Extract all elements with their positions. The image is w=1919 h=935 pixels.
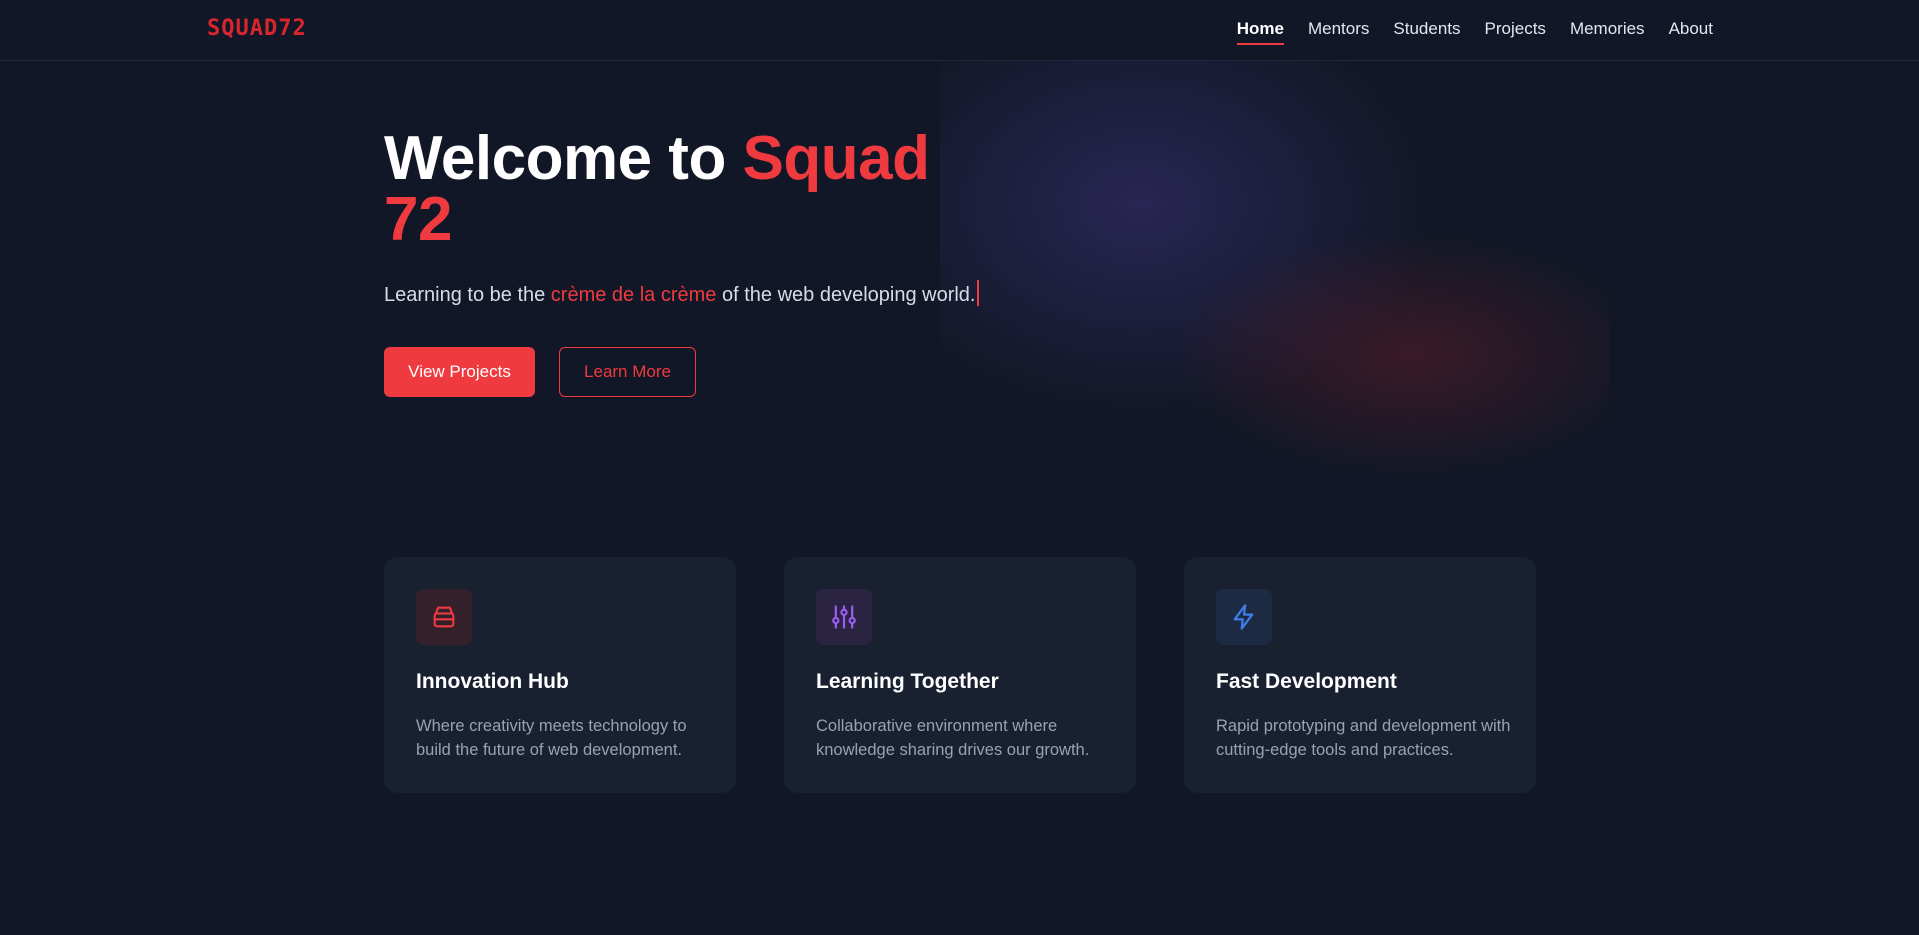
feature-card-fast-development: Fast Development Rapid prototyping and d… [1184, 557, 1536, 793]
box-icon [416, 589, 472, 645]
navbar: SQUAD72 Home Mentors Students Projects M… [0, 0, 1919, 61]
nav-link-home[interactable]: Home [1236, 0, 1284, 45]
hero-title: Welcome to Squad 72 [384, 128, 984, 251]
site-logo[interactable]: SQUAD72 [207, 16, 307, 41]
feature-description: Rapid prototyping and development with c… [1216, 717, 1511, 759]
nav-link-about[interactable]: About [1669, 0, 1713, 45]
feature-title: Innovation Hub [416, 670, 569, 693]
feature-description: Where creativity meets technology to bui… [416, 717, 687, 759]
typing-cursor [977, 280, 980, 306]
nav-link-students[interactable]: Students [1393, 0, 1460, 45]
hero-subtitle: Learning to be the crème de la crème of … [384, 280, 980, 307]
nav-links: Home Mentors Students Projects Memories … [1236, 0, 1713, 61]
nav-link-projects[interactable]: Projects [1485, 0, 1546, 45]
hero-title-prefix: Welcome to [384, 124, 743, 193]
sliders-icon [816, 589, 872, 645]
feature-title: Fast Development [1216, 670, 1397, 693]
nav-link-mentors[interactable]: Mentors [1308, 0, 1369, 45]
feature-card-innovation: Innovation Hub Where creativity meets te… [384, 557, 736, 793]
feature-description: Collaborative environment where knowledg… [816, 717, 1090, 759]
view-projects-button[interactable]: View Projects [384, 347, 535, 397]
feature-card-learning: Learning Together Collaborative environm… [784, 557, 1136, 793]
learn-more-button[interactable]: Learn More [559, 347, 696, 397]
hero-subtitle-accent: crème de la crème [550, 284, 717, 306]
hero-subtitle-after: of the web developing world. [716, 284, 976, 306]
background-glow-red [1170, 230, 1610, 480]
feature-title: Learning Together [816, 670, 999, 693]
hero-subtitle-before: Learning to be the [384, 284, 551, 306]
hero-section: Welcome to Squad 72 Learning to be the c… [384, 128, 1084, 397]
lightning-icon [1216, 589, 1272, 645]
nav-link-memories[interactable]: Memories [1570, 0, 1645, 45]
